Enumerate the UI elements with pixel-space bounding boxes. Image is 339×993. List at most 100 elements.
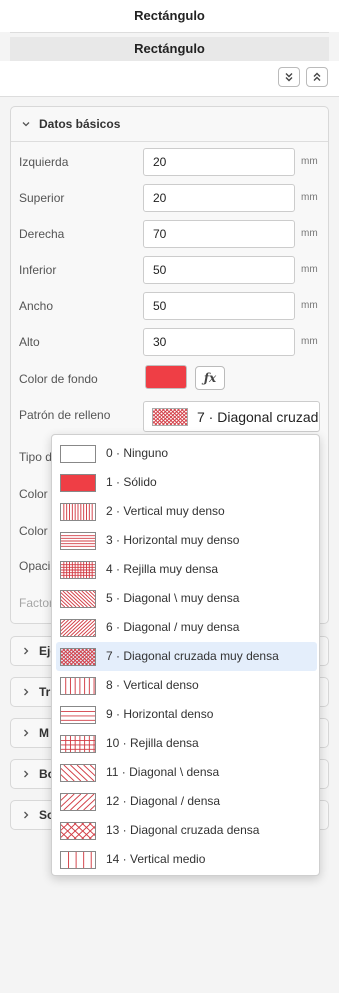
- height-input[interactable]: 30: [143, 328, 295, 356]
- pattern-option-8[interactable]: 8 · Vertical denso: [56, 671, 317, 700]
- pattern-swatch-icon: [60, 474, 96, 492]
- pattern-swatch-icon: [60, 822, 96, 840]
- field-label: Tipo d: [19, 450, 52, 464]
- pattern-swatch-icon: [60, 793, 96, 811]
- pattern-option-14[interactable]: 14 · Vertical medio: [56, 845, 317, 874]
- unit-label: mm: [301, 264, 318, 275]
- pattern-swatch-icon: [60, 764, 96, 782]
- pattern-option-label: 7 · Diagonal cruzada muy densa: [106, 649, 279, 663]
- pattern-swatch-icon: [60, 532, 96, 550]
- toolbar: [0, 61, 339, 97]
- pattern-option-label: 8 · Vertical denso: [106, 678, 199, 692]
- pattern-option-6[interactable]: 6 · Diagonal / muy densa: [56, 613, 317, 642]
- pattern-swatch-icon: [60, 619, 96, 637]
- title-divider: [10, 32, 329, 33]
- field-label: Superior: [19, 191, 65, 205]
- pattern-swatch-icon: [60, 561, 96, 579]
- field-row-width: Ancho 50 mm: [0, 292, 339, 320]
- pattern-option-label: 4 · Rejilla muy densa: [106, 562, 219, 576]
- double-chevron-up-icon: [313, 72, 321, 81]
- field-row-top: Superior 20 mm: [0, 184, 339, 212]
- field-label: Ancho: [19, 299, 54, 313]
- pattern-swatch-icon: [60, 590, 96, 608]
- left-input[interactable]: 20: [143, 148, 295, 176]
- basic-data-title: Datos básicos: [39, 117, 121, 131]
- field-row-height: Alto 30 mm: [0, 328, 339, 356]
- pattern-option-10[interactable]: 10 · Rejilla densa: [56, 729, 317, 758]
- unit-label: mm: [301, 156, 318, 167]
- right-input[interactable]: 70: [143, 220, 295, 248]
- pattern-option-11[interactable]: 11 · Diagonal \ densa: [56, 758, 317, 787]
- double-chevron-down-icon: [285, 73, 293, 82]
- field-row-bottom: Inferior 50 mm: [0, 256, 339, 284]
- fill-pattern-select[interactable]: 7 · Diagonal cruzada muy densa: [143, 401, 320, 432]
- pattern-option-5[interactable]: 5 · Diagonal \ muy densa: [56, 584, 317, 613]
- pattern-swatch-icon: [60, 503, 96, 521]
- background-color-swatch[interactable]: [145, 365, 187, 389]
- width-input[interactable]: 50: [143, 292, 295, 320]
- unit-label: mm: [301, 192, 318, 203]
- top-input[interactable]: 20: [143, 184, 295, 212]
- pattern-option-7[interactable]: 7 · Diagonal cruzada muy densa: [56, 642, 317, 671]
- pattern-option-label: 12 · Diagonal / densa: [106, 794, 221, 808]
- unit-label: mm: [301, 300, 318, 311]
- pattern-swatch-icon: [60, 735, 96, 753]
- pattern-swatch-icon: [60, 706, 96, 724]
- pattern-option-3[interactable]: 3 · Horizontal muy denso: [56, 526, 317, 555]
- background-color-row: Color de fondo ƒx: [0, 365, 339, 393]
- unit-label: mm: [301, 228, 318, 239]
- pattern-option-label: 6 · Diagonal / muy densa: [106, 620, 240, 634]
- pattern-option-0[interactable]: 0 · Ninguno: [56, 439, 317, 468]
- field-label: Color: [19, 524, 48, 538]
- pattern-option-9[interactable]: 9 · Horizontal denso: [56, 700, 317, 729]
- chevron-right-icon: [24, 770, 29, 778]
- field-label: Opaci: [19, 559, 51, 573]
- pattern-option-label: 3 · Horizontal muy denso: [106, 533, 240, 547]
- pattern-option-label: 5 · Diagonal \ muy densa: [106, 591, 240, 605]
- collapse-all-button[interactable]: [278, 67, 300, 87]
- pattern-option-label: 2 · Vertical muy denso: [106, 504, 225, 518]
- section-title: M: [39, 726, 49, 740]
- window-title: Rectángulo: [0, 0, 339, 32]
- field-label: Derecha: [19, 227, 65, 241]
- fill-pattern-value: 7 · Diagonal cruzada muy densa: [197, 409, 319, 425]
- pattern-option-1[interactable]: 1 · Sólido: [56, 468, 317, 497]
- fill-pattern-row: Patrón de relleno 7 · Diagonal cruzada m…: [0, 401, 339, 432]
- pattern-swatch-icon: [60, 648, 96, 666]
- crosshatch-pattern-icon: [152, 408, 188, 426]
- unit-label: mm: [301, 336, 318, 347]
- object-type-title: Rectángulo: [10, 37, 329, 61]
- pattern-option-label: 11 · Diagonal \ densa: [106, 765, 220, 779]
- section-title: Tr: [39, 685, 51, 699]
- fill-pattern-dropdown: 0 · Ninguno 1 · Sólido 2 · Vertical muy de…: [51, 434, 320, 876]
- field-label: Factor: [19, 596, 54, 610]
- chevron-right-icon: [24, 647, 29, 655]
- pattern-option-12[interactable]: 12 · Diagonal / densa: [56, 787, 317, 816]
- chevron-down-icon: [22, 122, 30, 127]
- pattern-option-label: 14 · Vertical medio: [106, 852, 206, 866]
- pattern-option-4[interactable]: 4 · Rejilla muy densa: [56, 555, 317, 584]
- pattern-option-label: 10 · Rejilla densa: [106, 736, 199, 750]
- pattern-option-2[interactable]: 2 · Vertical muy denso: [56, 497, 317, 526]
- field-row-left: Izquierda 20 mm: [0, 148, 339, 176]
- field-row-right: Derecha 70 mm: [0, 220, 339, 248]
- pattern-swatch-icon: [60, 851, 96, 869]
- field-label: Color: [19, 487, 48, 501]
- field-label: Inferior: [19, 263, 57, 277]
- chevron-right-icon: [24, 811, 29, 819]
- pattern-option-label: 13 · Diagonal cruzada densa: [106, 823, 260, 837]
- fx-button[interactable]: ƒx: [195, 366, 225, 390]
- expand-all-button[interactable]: [306, 67, 328, 87]
- field-label: Alto: [19, 335, 40, 349]
- pattern-option-13[interactable]: 13 · Diagonal cruzada densa: [56, 816, 317, 845]
- bottom-input[interactable]: 50: [143, 256, 295, 284]
- pattern-swatch-icon: [60, 677, 96, 695]
- chevron-right-icon: [24, 729, 29, 737]
- chevron-right-icon: [24, 688, 29, 696]
- field-label: Izquierda: [19, 155, 69, 169]
- pattern-option-label: 0 · Ninguno: [106, 446, 169, 460]
- field-label: Patrón de relleno: [19, 408, 111, 422]
- field-label: Color de fondo: [19, 372, 98, 386]
- pattern-option-label: 9 · Horizontal denso: [106, 707, 214, 721]
- basic-data-header[interactable]: Datos básicos: [11, 107, 328, 142]
